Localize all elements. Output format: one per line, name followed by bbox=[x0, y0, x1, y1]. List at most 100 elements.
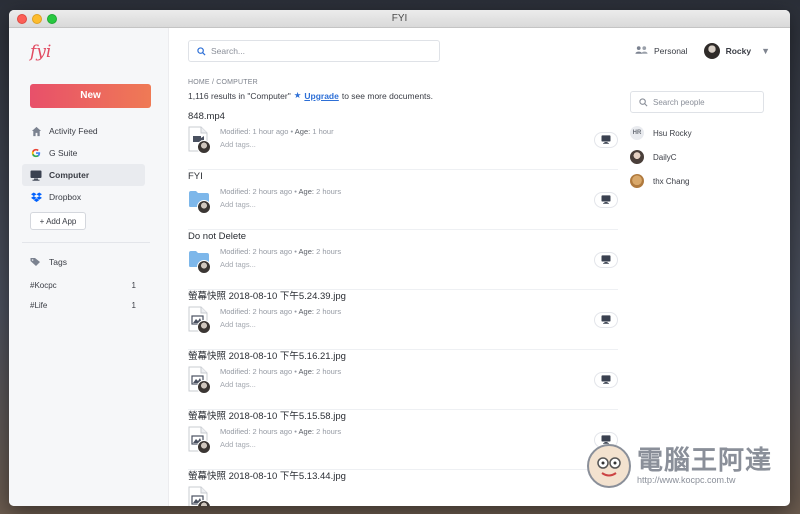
add-tags-input[interactable]: Add tags... bbox=[220, 260, 256, 269]
avatar bbox=[197, 320, 211, 334]
document-meta: Modified: 1 hour ago • Age: 1 hour bbox=[220, 127, 334, 136]
age-value: 2 hours bbox=[316, 307, 342, 316]
age-value: 2 hours bbox=[316, 427, 342, 436]
add-tags-input[interactable]: Add tags... bbox=[220, 440, 256, 449]
source-badge[interactable] bbox=[594, 252, 618, 268]
document-row[interactable]: 螢幕快照 2018-08-10 下午5.24.39.jpg Modified: … bbox=[188, 290, 618, 350]
watermark-url: http://www.kocpc.com.tw bbox=[636, 475, 736, 485]
home-icon bbox=[30, 125, 42, 137]
age-label: Age: bbox=[298, 247, 314, 256]
person-item[interactable]: DailyC bbox=[630, 145, 692, 169]
person-name: Hsu Rocky bbox=[653, 128, 692, 138]
right-panel: Personal Rocky ▼ Search people HR Hsu Ro… bbox=[630, 28, 790, 506]
document-name[interactable]: 螢幕快照 2018-08-10 下午5.13.44.jpg bbox=[188, 470, 618, 484]
google-icon bbox=[30, 147, 42, 159]
document-name[interactable]: 螢幕快照 2018-08-10 下午5.24.39.jpg bbox=[188, 290, 618, 304]
person-item[interactable]: thx Chang bbox=[630, 169, 692, 193]
window-title: FYI bbox=[391, 13, 408, 24]
monitor-icon bbox=[601, 191, 611, 209]
workspace-switcher[interactable]: Personal bbox=[635, 45, 688, 57]
watermark: 電腦王阿達 http://www.kocpc.com.tw bbox=[586, 444, 772, 488]
source-badge[interactable] bbox=[594, 312, 618, 328]
search-icon bbox=[639, 97, 648, 107]
add-tags-input[interactable]: Add tags... bbox=[220, 140, 256, 149]
avatar bbox=[197, 380, 211, 394]
sidebar-item-label: Computer bbox=[49, 170, 90, 180]
account-bar: Personal Rocky ▼ bbox=[635, 43, 770, 59]
avatar bbox=[197, 200, 211, 214]
search-input[interactable]: Search... bbox=[188, 40, 440, 62]
add-app-button[interactable]: + Add App bbox=[30, 212, 86, 230]
results-summary: 1,116 results in "Computer" ★ Upgrade to… bbox=[188, 90, 630, 101]
source-badge[interactable] bbox=[594, 192, 618, 208]
tag-item-life[interactable]: #Life 1 bbox=[30, 295, 136, 315]
document-row[interactable]: 螢幕快照 2018-08-10 下午5.16.21.jpg Modified: … bbox=[188, 350, 618, 410]
document-row[interactable]: 螢幕快照 2018-08-10 下午5.13.44.jpg bbox=[188, 470, 618, 506]
modified-value: 1 hour ago bbox=[252, 127, 289, 136]
sidebar: fyi New Activity Feed G Suite Computer D… bbox=[9, 28, 169, 506]
add-tags-input[interactable]: Add tags... bbox=[220, 320, 256, 329]
sidebar-item-label: Dropbox bbox=[49, 192, 82, 202]
avatar[interactable] bbox=[703, 43, 720, 59]
upgrade-suffix: to see more documents. bbox=[341, 90, 434, 101]
new-button[interactable]: New bbox=[30, 84, 151, 108]
document-name[interactable]: FYI bbox=[188, 170, 618, 184]
age-label: Age: bbox=[298, 427, 314, 436]
age-label: Age: bbox=[298, 367, 314, 376]
tag-item-kocpc[interactable]: #Kocpc 1 bbox=[30, 275, 136, 295]
document-row[interactable]: 螢幕快照 2018-08-10 下午5.15.58.jpg Modified: … bbox=[188, 410, 618, 470]
monitor-icon bbox=[601, 131, 611, 149]
add-tags-input[interactable]: Add tags... bbox=[220, 380, 256, 389]
watermark-text: 電腦王阿達 http://www.kocpc.com.tw bbox=[637, 447, 772, 485]
avatar bbox=[197, 140, 211, 154]
modified-label: Modified: bbox=[220, 367, 251, 376]
people-search-input[interactable]: Search people bbox=[630, 91, 764, 113]
modified-label: Modified: bbox=[220, 307, 251, 316]
app-body: fyi New Activity Feed G Suite Computer D… bbox=[9, 28, 790, 506]
modified-value: 2 hours ago bbox=[252, 307, 293, 316]
person-item[interactable]: HR Hsu Rocky bbox=[630, 121, 692, 145]
age-value: 2 hours bbox=[316, 367, 342, 376]
people-list: HR Hsu Rocky DailyC thx Chang bbox=[630, 121, 692, 193]
tags-header[interactable]: Tags bbox=[30, 253, 160, 271]
person-avatar bbox=[630, 150, 644, 164]
chevron-down-icon[interactable]: ▼ bbox=[761, 46, 770, 56]
person-name: DailyC bbox=[653, 152, 677, 162]
avatar bbox=[197, 440, 211, 454]
title-bar: FYI bbox=[9, 10, 790, 28]
document-row[interactable]: Do not Delete Modified: 2 hours ago • Ag… bbox=[188, 230, 618, 290]
document-name[interactable]: 848.mp4 bbox=[188, 110, 618, 124]
results-count: 1,116 results in "Computer" bbox=[188, 90, 291, 101]
app-window: FYI fyi New Activity Feed G Suite Comput… bbox=[9, 10, 790, 506]
monitor-icon bbox=[601, 251, 611, 269]
document-row[interactable]: 848.mp4 Modified: 1 hour ago • Age: 1 ho… bbox=[188, 110, 618, 170]
document-name[interactable]: 螢幕快照 2018-08-10 下午5.16.21.jpg bbox=[188, 350, 618, 364]
document-row[interactable]: FYI Modified: 2 hours ago • Age: 2 hours… bbox=[188, 170, 618, 230]
sidebar-item-label: G Suite bbox=[49, 148, 78, 158]
document-name[interactable]: 螢幕快照 2018-08-10 下午5.15.58.jpg bbox=[188, 410, 618, 424]
workspace-label: Personal bbox=[654, 46, 688, 56]
modified-value: 2 hours ago bbox=[252, 427, 293, 436]
sidebar-item-g-suite[interactable]: G Suite bbox=[22, 142, 145, 164]
age-value: 2 hours bbox=[316, 247, 342, 256]
tag-name: #Life bbox=[30, 300, 48, 310]
people-icon bbox=[635, 45, 648, 57]
source-badge[interactable] bbox=[594, 372, 618, 388]
document-list: 848.mp4 Modified: 1 hour ago • Age: 1 ho… bbox=[188, 110, 618, 506]
user-name[interactable]: Rocky bbox=[726, 46, 752, 56]
sidebar-item-computer[interactable]: Computer bbox=[22, 164, 145, 186]
age-label: Age: bbox=[298, 187, 314, 196]
age-label: Age: bbox=[294, 127, 311, 136]
main-content: Search... HOME / COMPUTER 1,116 results … bbox=[169, 28, 630, 506]
modified-value: 2 hours ago bbox=[252, 247, 293, 256]
source-badge[interactable] bbox=[594, 132, 618, 148]
age-label: Age: bbox=[298, 307, 314, 316]
app-logo[interactable]: fyi bbox=[30, 42, 160, 64]
tag-count: 1 bbox=[131, 280, 136, 290]
add-tags-input[interactable]: Add tags... bbox=[220, 200, 256, 209]
upgrade-link[interactable]: Upgrade bbox=[304, 91, 338, 101]
document-name[interactable]: Do not Delete bbox=[188, 230, 618, 244]
sidebar-item-activity-feed[interactable]: Activity Feed bbox=[22, 120, 145, 142]
people-search-placeholder: Search people bbox=[653, 97, 705, 107]
sidebar-item-dropbox[interactable]: Dropbox bbox=[22, 186, 145, 208]
